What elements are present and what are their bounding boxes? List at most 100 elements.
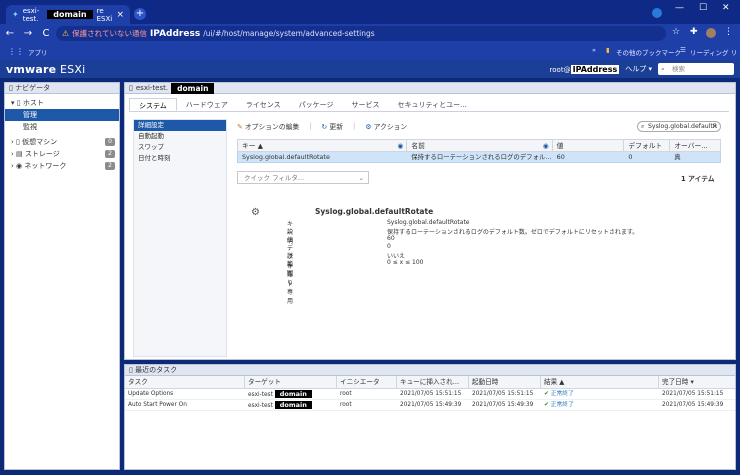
task-result: ✔ 正常終了 [544, 402, 574, 408]
filter-clear-icon[interactable]: × [712, 122, 717, 132]
search-icon: ⌕ [661, 65, 665, 73]
task-completed: 2021/07/05 15:49:39 [662, 402, 724, 408]
filter-search-icon: ⌕ [641, 123, 645, 130]
avatar[interactable] [706, 28, 716, 38]
col-default[interactable]: デフォルト [624, 140, 671, 151]
detail-value-key: Syslog.global.defaultRotate [387, 219, 470, 226]
settings-gears-icon: ⚙ [251, 207, 260, 218]
subnav-datetime[interactable]: 日付と時刻 [134, 153, 226, 164]
gear-icon: ⚙ [365, 123, 372, 131]
actions-button[interactable]: ⚙ アクション [365, 121, 407, 131]
pencil-icon: ✎ [237, 123, 243, 131]
other-bookmarks[interactable]: その他のブックマーク [616, 47, 681, 57]
detail-title: Syslog.global.defaultRotate [315, 207, 434, 216]
profile-indicator-icon[interactable] [652, 8, 662, 18]
detail-value-value: 60 [387, 235, 395, 242]
refresh-icon: ↻ [321, 123, 328, 131]
apps-label[interactable]: アプリ [28, 47, 48, 57]
table-row[interactable]: Auto Start Power On esxi-test domain roo… [125, 400, 735, 411]
task-completed: 2021/07/05 15:51:15 [662, 391, 724, 397]
url-warning-text: 保護されていない通信 [72, 29, 147, 38]
task-name: Update Options [128, 391, 174, 397]
col-value[interactable]: 値 [553, 140, 625, 151]
detail-value-desc: 保持するローテーションされるログのデフォルト数。ゼロでデフォルトにリセットされま… [387, 229, 639, 236]
tab-services[interactable]: サービス [343, 98, 389, 111]
subnav-autostart[interactable]: 自動起動 [134, 131, 226, 142]
col-target[interactable]: ターゲット [245, 376, 337, 388]
detail-label-range: 範囲 [287, 261, 294, 277]
main-panel: ▯ esxi-test. domain システム ハードウェア ライセンス パッケ… [124, 82, 736, 360]
grid-header: キー ▲ ◉ 名前 ◉ 値 デフォルト オーバー... [237, 139, 721, 152]
url-field[interactable]: ⚠ 保護されていない通信 IPAddress /ui/#/host/manage… [56, 26, 666, 41]
nav-network[interactable]: › ◉ ネットワーク 2 [5, 160, 119, 172]
url-path: /ui/#/host/manage/system/advanced-settin… [203, 29, 375, 38]
vmware-esxi-logo: vmware ESXi [6, 62, 86, 76]
reload-button[interactable]: C [38, 28, 54, 39]
help-menu[interactable]: ヘルプ ▾ [625, 64, 652, 74]
minimize-button[interactable]: — [675, 3, 684, 13]
table-row[interactable]: Syslog.global.defaultRotate 保持するローテーションさ… [237, 152, 721, 163]
tab-strip: ✦ esxi-test. domain re ESXi × + — ☐ ✕ [0, 0, 740, 24]
col-task[interactable]: タスク [125, 376, 245, 388]
system-subnav: 詳細設定 自動起動 スワップ 日付と時刻 [133, 119, 227, 357]
browser-tab[interactable]: ✦ esxi-test. domain re ESXi × [6, 5, 130, 24]
tab-title-suffix: re ESXi [96, 6, 113, 23]
tab-hardware[interactable]: ハードウェア [177, 98, 237, 111]
filter-input[interactable]: ⌕ Syslog.global.defaultR × [637, 121, 721, 132]
nav-vms[interactable]: › ▯ 仮想マシン 0 [5, 136, 119, 148]
nav-storage[interactable]: › ▤ ストレージ 2 [5, 148, 119, 160]
task-started: 2021/07/05 15:49:39 [472, 402, 534, 408]
col-queued[interactable]: キューに挿入され... [397, 376, 469, 388]
cell-default: 0 [628, 153, 633, 161]
quick-filter-dropdown[interactable]: クイック フィルタ... ⌄ [237, 171, 369, 184]
esxi-header: vmware ESXi root@ IPAddress ヘルプ ▾ ⌕ 検索 [0, 60, 740, 78]
success-icon: ✔ [544, 402, 549, 408]
maximize-button[interactable]: ☐ [699, 3, 707, 13]
task-queued: 2021/07/05 15:49:39 [400, 402, 462, 408]
back-button[interactable]: ← [2, 28, 18, 39]
col-result[interactable]: 結果 ▲ [541, 376, 659, 388]
cell-name: 保持するローテーションされるログのデフォル... [411, 153, 552, 161]
extensions-icon[interactable]: ✚ [690, 27, 698, 37]
chevron-down-icon: ⌄ [358, 174, 364, 182]
search-input[interactable]: ⌕ 検索 [658, 63, 734, 75]
settings-toolbar: ✎ オプションの編集 | ↻ 更新 | ⚙ アクション [237, 121, 408, 131]
col-completed[interactable]: 完了日時 ▾ [659, 376, 735, 388]
tab-license[interactable]: ライセンス [237, 98, 290, 111]
subnav-swap[interactable]: スワップ [134, 142, 226, 153]
new-tab-button[interactable]: + [134, 8, 146, 20]
vms-count-badge: 0 [105, 138, 115, 146]
item-count: 1 アイテム [681, 175, 715, 183]
refresh-button[interactable]: ↻ 更新 [322, 121, 343, 131]
edit-options-button[interactable]: ✎ オプションの編集 [237, 121, 299, 131]
tab-system[interactable]: システム [129, 98, 177, 111]
tab-close-icon[interactable]: × [116, 10, 124, 20]
cell-value: 60 [556, 153, 565, 161]
cell-key: Syslog.global.defaultRotate [242, 153, 330, 161]
task-target: esxi-test domain [245, 400, 337, 410]
forward-button[interactable]: → [20, 28, 36, 39]
task-initiator: root [340, 391, 352, 397]
tab-security[interactable]: セキュリティとユー... [389, 98, 476, 111]
task-name: Auto Start Power On [128, 402, 187, 408]
star-icon[interactable]: ☆ [672, 27, 680, 37]
settings-grid: キー ▲ ◉ 名前 ◉ 値 デフォルト オーバー... Syslog.global.… [237, 139, 721, 163]
apps-icon[interactable]: ⋮⋮ [8, 47, 24, 56]
window-close-button[interactable]: ✕ [722, 3, 730, 13]
menu-icon[interactable]: ⋮ [724, 27, 733, 37]
folder-icon: ▮ [606, 46, 610, 54]
nav-manage[interactable]: 管理 [5, 109, 119, 121]
nav-monitor[interactable]: 監視 [5, 121, 119, 133]
col-name[interactable]: 名前 ◉ [407, 140, 553, 151]
tab-packages[interactable]: パッケージ [290, 98, 343, 111]
col-key[interactable]: キー ▲ ◉ [238, 140, 408, 151]
col-initiator[interactable]: イニシエータ [337, 376, 397, 388]
table-row[interactable]: Update Options esxi-test domain root 202… [125, 389, 735, 400]
user-menu[interactable]: root@ IPAddress [550, 64, 620, 74]
col-overridden[interactable]: オーバー... [670, 140, 720, 151]
nav-host[interactable]: ▾ ▯ ホスト [5, 97, 119, 109]
col-started[interactable]: 起動日時 [469, 376, 541, 388]
subnav-advanced[interactable]: 詳細設定 [134, 120, 226, 131]
bookmarks-more[interactable]: » [592, 46, 596, 54]
navigator-title: ▯ ナビゲータ [5, 83, 119, 94]
